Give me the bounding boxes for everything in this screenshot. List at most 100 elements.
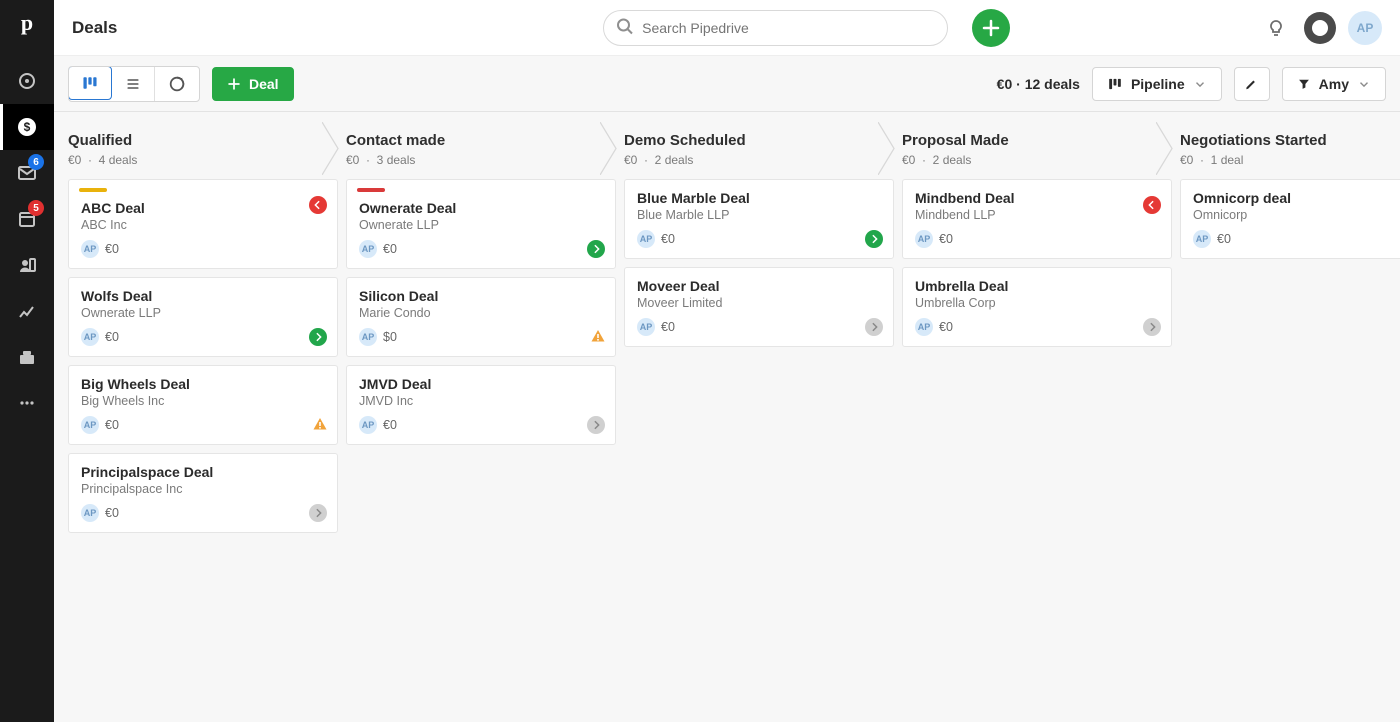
calendar-badge: 5 [28,200,44,216]
stage-header[interactable]: Contact made €0 · 3 deals [346,122,616,175]
deal-title: Blue Marble Deal [637,190,881,206]
view-toggle [68,66,200,102]
user-filter[interactable]: Amy [1282,67,1386,101]
nav-products[interactable] [0,334,54,380]
mail-badge: 6 [28,154,44,170]
status-overdue-icon [309,196,327,214]
stage-cards: ABC Deal ABC Inc AP €0 Wolfs Deal Ownera… [68,179,338,533]
deal-amount: €0 [105,242,119,256]
stage-arrow-icon [1156,122,1180,175]
chevron-down-icon [1357,74,1371,94]
deal-title: Big Wheels Deal [81,376,325,392]
deal-title: Omnicorp deal [1193,190,1400,206]
help-icon[interactable] [1304,12,1336,44]
deal-org: JMVD Inc [359,394,603,408]
deal-org: Marie Condo [359,306,603,320]
stage-name: Negotiations Started [1180,132,1400,149]
view-list[interactable] [111,67,155,101]
nav-deals[interactable] [0,104,54,150]
deal-title: Silicon Deal [359,288,603,304]
nav-calendar[interactable]: 5 [0,196,54,242]
owner-avatar: AP [81,416,99,434]
deal-amount: €0 [105,506,119,520]
search-input[interactable] [603,10,948,46]
deal-card[interactable]: Principalspace Deal Principalspace Inc A… [68,453,338,533]
deal-org: ABC Inc [81,218,325,232]
deal-amount: €0 [661,320,675,334]
nav-more[interactable] [0,380,54,426]
nav-insights[interactable] [0,288,54,334]
stage-column: Contact made €0 · 3 deals Ownerate Deal … [346,122,616,698]
view-forecast[interactable] [155,67,199,101]
nav-contacts[interactable] [0,242,54,288]
deal-title: ABC Deal [81,200,325,216]
edit-pipeline-button[interactable] [1234,67,1270,101]
deal-card[interactable]: Silicon Deal Marie Condo AP $0 [346,277,616,357]
stage-header[interactable]: Proposal Made €0 · 2 deals [902,122,1172,175]
deal-amount: €0 [383,418,397,432]
deal-card[interactable]: Wolfs Deal Ownerate LLP AP €0 [68,277,338,357]
search [603,10,948,46]
status-next-icon [309,328,327,346]
deal-amount: €0 [383,242,397,256]
deal-card[interactable]: Mindbend Deal Mindbend LLP AP €0 [902,179,1172,259]
deal-title: Wolfs Deal [81,288,325,304]
status-warning-icon [313,417,327,434]
deal-card[interactable]: ABC Deal ABC Inc AP €0 [68,179,338,269]
pipeline-label: Pipeline [1131,76,1185,92]
status-warning-icon [591,329,605,346]
stage-arrow-icon [878,122,902,175]
deal-card[interactable]: Big Wheels Deal Big Wheels Inc AP €0 [68,365,338,445]
deal-org: Ownerate LLP [359,218,603,232]
deal-card[interactable]: JMVD Deal JMVD Inc AP €0 [346,365,616,445]
owner-avatar: AP [359,240,377,258]
status-none-icon [309,504,327,522]
stage-name: Demo Scheduled [624,132,880,149]
stage-summary: €0 · 4 deals [68,153,324,167]
quick-add-button[interactable] [972,9,1010,47]
deal-card[interactable]: Umbrella Deal Umbrella Corp AP €0 [902,267,1172,347]
deal-org: Ownerate LLP [81,306,325,320]
deal-card[interactable]: Moveer Deal Moveer Limited AP €0 [624,267,894,347]
deal-title: Mindbend Deal [915,190,1159,206]
add-deal-button[interactable]: Deal [212,67,294,101]
status-next-icon [865,230,883,248]
deal-org: Blue Marble LLP [637,208,881,222]
toolbar: Deal €0 · 12 deals Pipeline Amy [54,56,1400,112]
deal-amount: €0 [939,320,953,334]
nav-mail[interactable]: 6 [0,150,54,196]
owner-avatar: AP [359,328,377,346]
stage-column: Demo Scheduled €0 · 2 deals Blue Marble … [624,122,894,698]
owner-avatar: AP [81,504,99,522]
left-sidebar: p 6 5 [0,0,54,722]
stage-summary: €0 · 2 deals [624,153,880,167]
page-title: Deals [72,18,117,38]
deal-org: Omnicorp [1193,208,1400,222]
stage-summary: €0 · 1 deal [1180,153,1400,167]
nav-leads[interactable] [0,58,54,104]
stage-name: Contact made [346,132,602,149]
stage-arrow-icon [600,122,624,175]
pipeline-selector[interactable]: Pipeline [1092,67,1222,101]
deal-org: Moveer Limited [637,296,881,310]
owner-avatar: AP [81,240,99,258]
search-icon [615,16,635,39]
deal-card[interactable]: Blue Marble Deal Blue Marble LLP AP €0 [624,179,894,259]
stage-name: Proposal Made [902,132,1158,149]
logo[interactable]: p [21,10,33,36]
stage-header[interactable]: Negotiations Started €0 · 1 deal [1180,122,1400,175]
deal-card[interactable]: Ownerate Deal Ownerate LLP AP €0 [346,179,616,269]
user-avatar[interactable]: AP [1348,11,1382,45]
deal-org: Big Wheels Inc [81,394,325,408]
topbar: Deals AP [54,0,1400,56]
stage-header[interactable]: Qualified €0 · 4 deals [68,122,338,175]
pipeline-board: Qualified €0 · 4 deals ABC Deal ABC Inc … [54,112,1400,722]
deal-title: JMVD Deal [359,376,603,392]
owner-avatar: AP [359,416,377,434]
deal-label-stripe [79,188,107,192]
deal-title: Ownerate Deal [359,200,603,216]
stage-header[interactable]: Demo Scheduled €0 · 2 deals [624,122,894,175]
assistant-icon[interactable] [1260,12,1292,44]
view-kanban[interactable] [68,66,112,100]
deal-card[interactable]: Omnicorp deal Omnicorp AP €0 [1180,179,1400,259]
